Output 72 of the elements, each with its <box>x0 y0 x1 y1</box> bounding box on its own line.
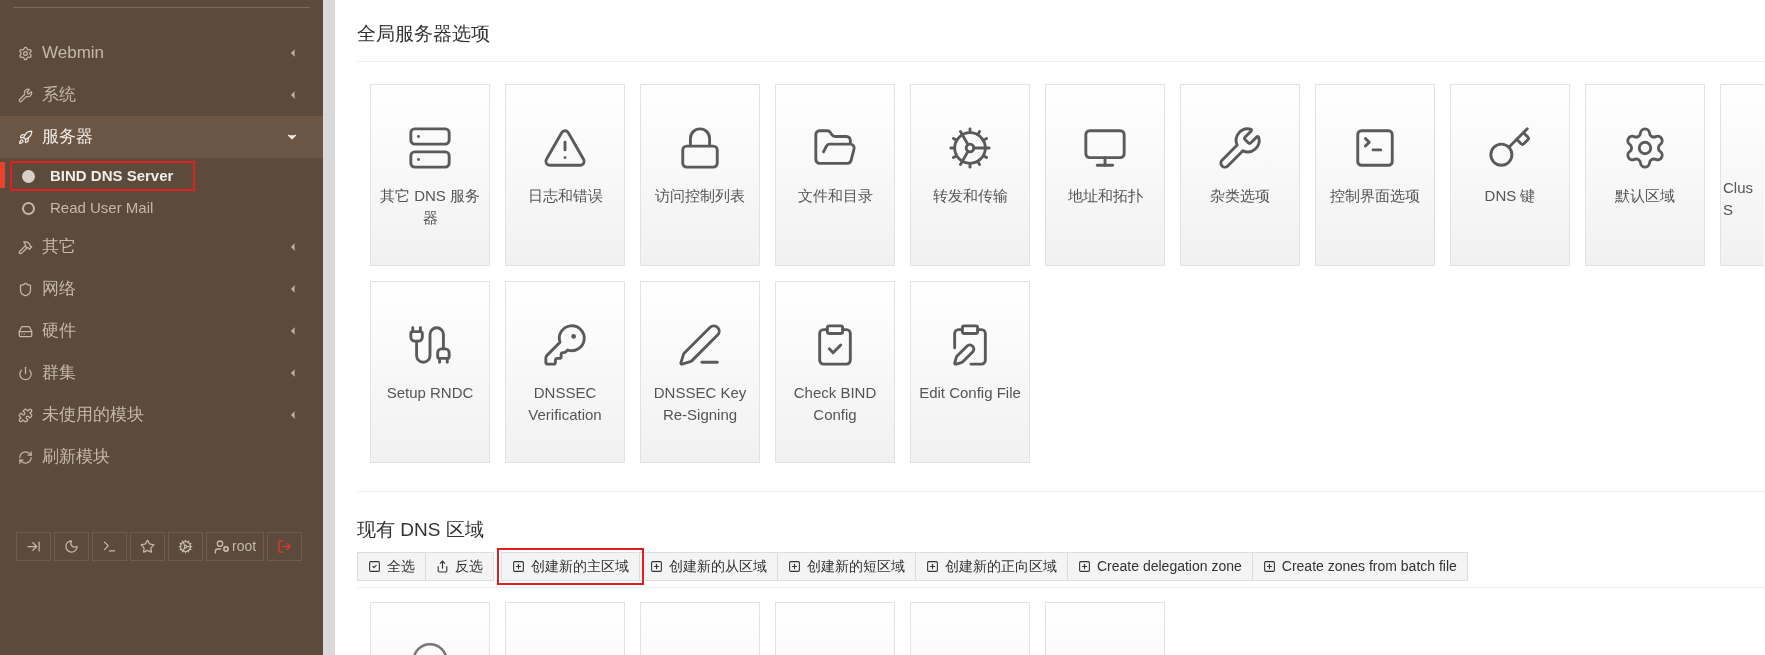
module-tile[interactable]: 访问控制列表 <box>640 83 760 266</box>
active-indicator <box>0 162 5 188</box>
create-zone-button[interactable]: Create delegation zone <box>1067 552 1253 581</box>
create-zone-button[interactable]: Create zones from batch file <box>1251 552 1468 581</box>
menu-item[interactable]: 网络 <box>0 268 323 310</box>
hammer-icon <box>18 239 33 255</box>
moon-icon <box>64 539 79 554</box>
toolbar-button[interactable] <box>130 532 165 561</box>
module-tile[interactable]: 日志和错误 <box>505 83 625 266</box>
toolbar-button[interactable] <box>16 532 51 561</box>
module-tile[interactable]: 杂类选项 <box>1180 83 1300 266</box>
menu-item[interactable]: 群集 <box>0 352 323 394</box>
submenu-item[interactable]: BIND DNS Server <box>10 161 196 191</box>
gear-icon <box>18 45 33 61</box>
toolbar-button[interactable] <box>92 532 127 561</box>
module-tile[interactable]: 转发和传输 <box>910 83 1030 266</box>
key-icon <box>542 321 588 368</box>
module-tile[interactable]: 默认区域 <box>1585 83 1705 266</box>
shield-icon <box>18 281 33 297</box>
menu-item[interactable]: 硬件 <box>0 310 323 352</box>
share-icon <box>436 560 449 573</box>
module-tile[interactable]: 其它 DNS 服务器 <box>370 83 490 266</box>
plus-icon <box>1078 560 1091 573</box>
rocket-icon <box>18 129 33 145</box>
module-tile[interactable]: Setup RNDC <box>370 280 490 463</box>
menu-item[interactable]: 刷新模块 <box>0 436 323 478</box>
plus-icon <box>1262 560 1276 573</box>
user-button[interactable]: root <box>206 532 265 561</box>
toolbar-button[interactable] <box>168 532 203 561</box>
module-tile[interactable]: DNSSEC Key Re-Signing <box>640 280 760 463</box>
logout-icon <box>277 539 293 554</box>
menu-item[interactable]: 系统 <box>0 74 323 116</box>
wrench-icon <box>18 87 33 103</box>
module-tile[interactable]: 地址和拓扑 <box>1045 83 1165 266</box>
module-tile[interactable]: Check BIND Config <box>775 280 895 463</box>
terminal-icon <box>102 539 117 554</box>
server-icon <box>407 124 453 171</box>
module-tile[interactable]: Edit Config File <box>910 280 1030 463</box>
module-tile[interactable]: DNSSEC Verification <box>505 280 625 463</box>
power-icon <box>18 365 33 381</box>
refresh-icon <box>18 449 33 465</box>
menu-item[interactable]: Webmin <box>0 32 323 74</box>
module-tile[interactable]: 控制界面选项 <box>1315 83 1435 266</box>
module-tile[interactable]: 文件和目录 <box>775 83 895 266</box>
section-title: 现有 DNS 区域 <box>357 517 485 542</box>
section-title: 全局服务器选项 <box>357 22 491 46</box>
create-zone-button[interactable]: 创建新的从区域 <box>639 552 778 581</box>
tools-icon <box>1217 124 1263 171</box>
plus-icon <box>926 560 939 573</box>
module-tile[interactable]: DNS 键 <box>1450 83 1570 266</box>
menu-item[interactable]: 其它 <box>0 226 323 268</box>
menu-item[interactable]: 未使用的模块 <box>0 394 323 436</box>
module-tile[interactable]: Clus S <box>1720 83 1764 266</box>
star-icon <box>140 539 155 554</box>
pen-icon <box>677 321 723 368</box>
ring-icon <box>22 201 35 215</box>
select-button[interactable]: 全选 <box>357 552 426 581</box>
select-button[interactable]: 反选 <box>425 552 494 581</box>
create-zone-button[interactable]: 创建新的短区域 <box>777 552 916 581</box>
logout-button[interactable] <box>267 532 303 561</box>
user-icon <box>214 538 230 555</box>
create-zone-button[interactable]: 创建新的正向区域 <box>915 552 1068 581</box>
plus-icon <box>512 560 525 573</box>
puzzle-icon <box>18 407 33 423</box>
submenu-item[interactable]: Read User Mail <box>10 193 176 223</box>
drive-icon <box>18 323 33 339</box>
menu-item[interactable]: 服务器 <box>0 116 323 158</box>
toolbar-button[interactable] <box>54 532 89 561</box>
plus-icon <box>650 560 663 573</box>
plus-icon <box>788 560 801 573</box>
collapse-icon <box>26 539 41 554</box>
checkbox-icon <box>368 560 381 573</box>
